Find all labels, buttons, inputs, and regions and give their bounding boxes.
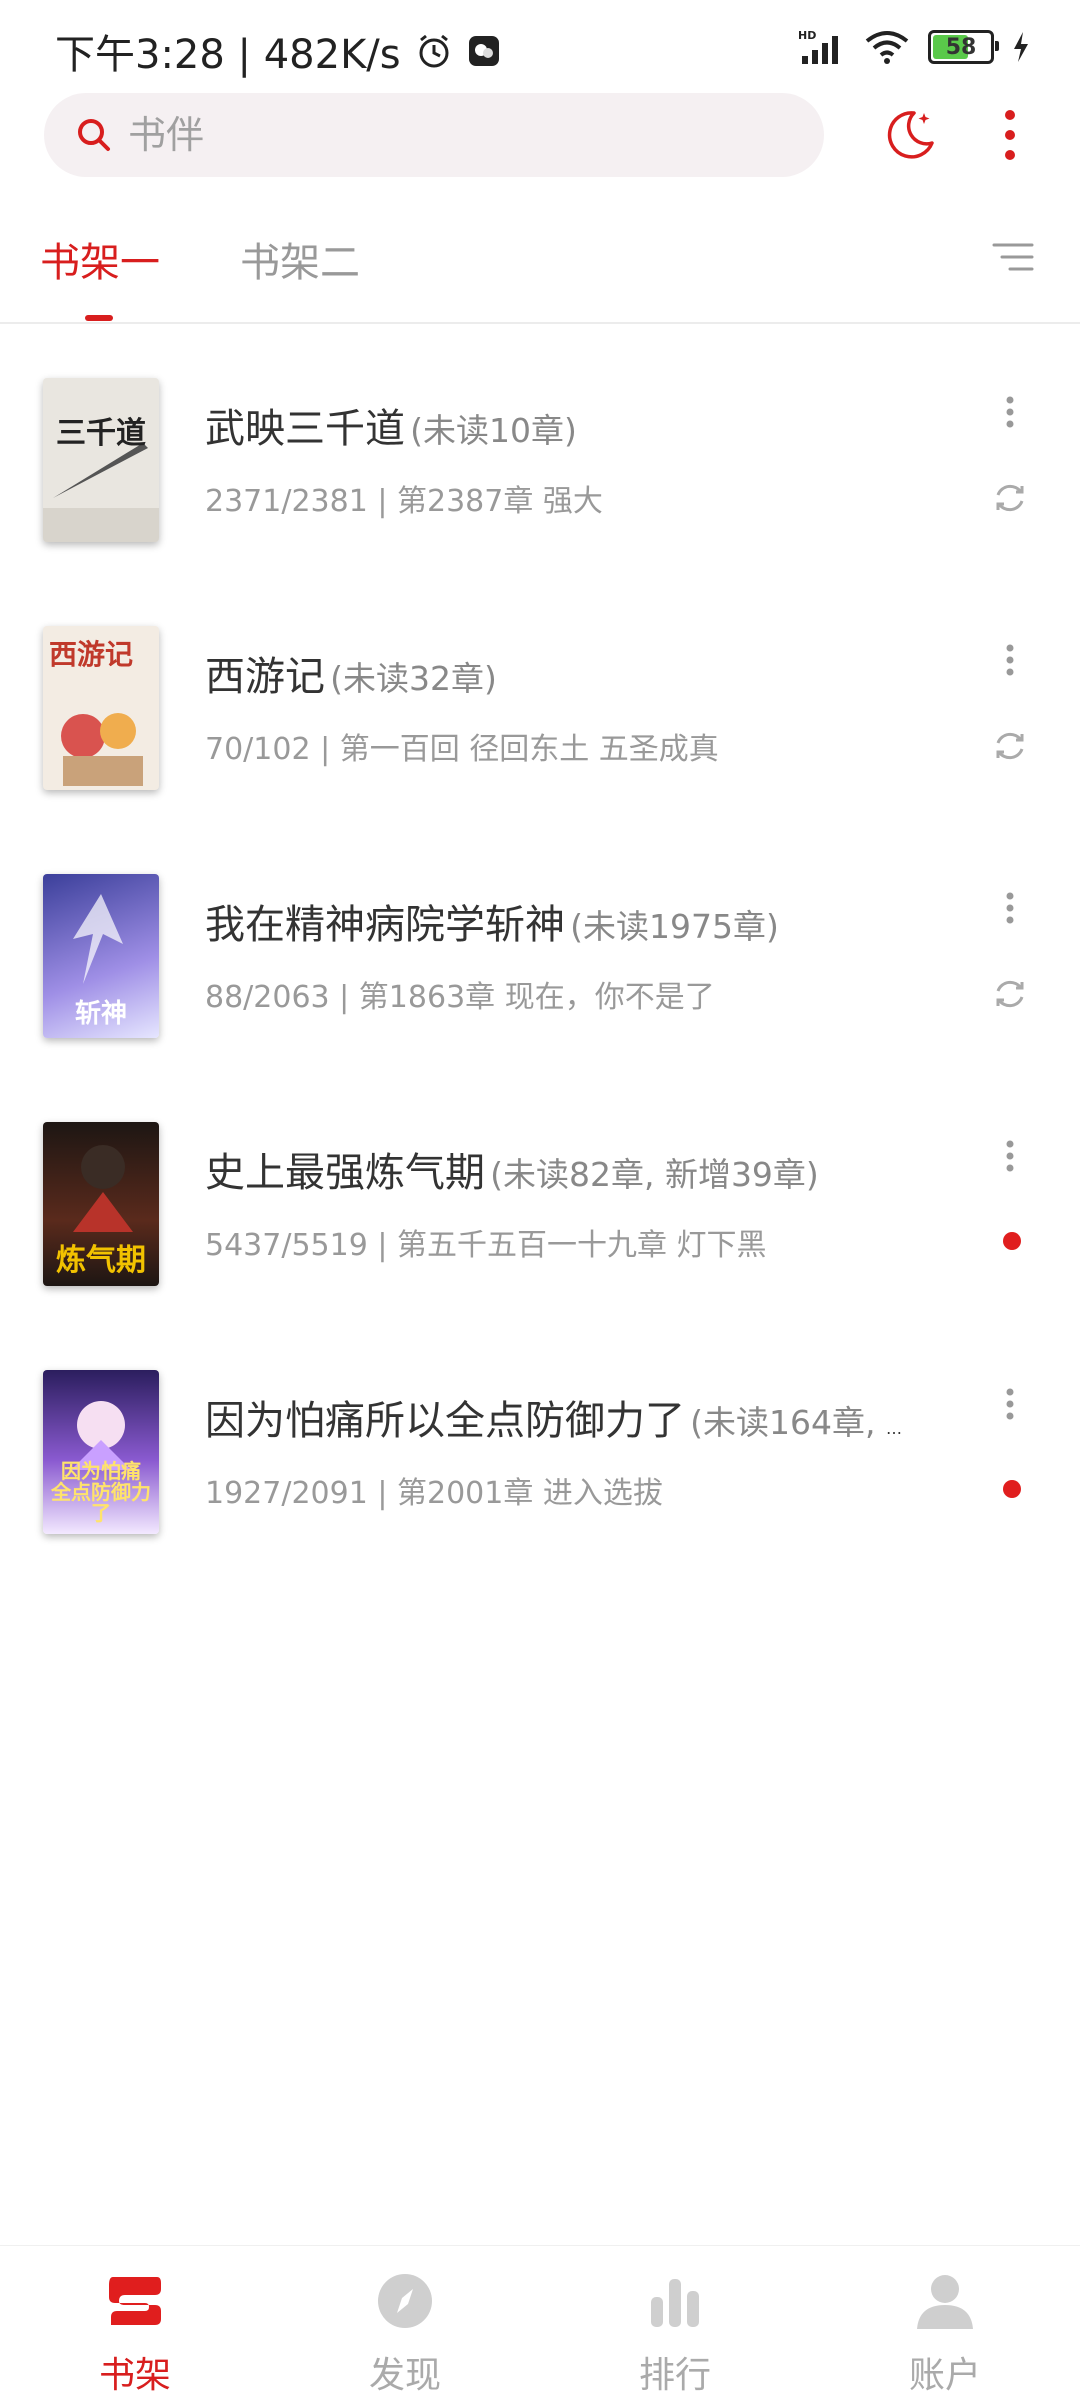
battery-indicator: 58 [928, 30, 999, 64]
unread-count: (未读1975章) [570, 907, 779, 946]
book-menu-icon[interactable] [995, 886, 1025, 936]
book-title-line: 史上最强炼气期 (未读82章, 新增39章) [205, 1140, 925, 1198]
ranking-icon [651, 2279, 699, 2327]
search-bar[interactable] [44, 93, 824, 177]
book-cover-title: 西游记 [49, 638, 134, 671]
nav-discover[interactable]: 发现 [270, 2246, 540, 2401]
book-item[interactable]: 炼气期 史上最强炼气期 (未读82章, 新增39章) 5437/5519 | 第… [0, 1122, 1080, 1370]
bookshelf-icon [109, 2277, 161, 2325]
book-title-line: 西游记 (未读32章) [205, 644, 925, 702]
status-left: 下午3:28 | 482K/s [55, 22, 501, 80]
compass-icon [378, 2274, 432, 2328]
book-title: 因为怕痛所以全点防御力了 [205, 1398, 685, 1444]
night-mode-icon[interactable] [880, 105, 940, 165]
account-icon [917, 2275, 973, 2329]
book-cover-title: 斩神 [74, 998, 127, 1029]
search-input[interactable] [126, 112, 750, 158]
nav-label: 排行 [638, 2355, 711, 2396]
book-menu-icon[interactable] [995, 1382, 1025, 1432]
book-menu-icon[interactable] [995, 1134, 1025, 1184]
book-menu-icon[interactable] [995, 390, 1025, 440]
tab-indicator [85, 315, 113, 321]
svg-text:HD: HD [798, 29, 816, 42]
status-time-speed: 下午3:28 | 482K/s [55, 32, 401, 78]
book-menu-icon[interactable] [995, 638, 1025, 688]
book-progress: 5437/5519 | 第五千五百一十九章 灯下黑 [205, 1228, 767, 1263]
nav-account[interactable]: 账户 [810, 2246, 1080, 2401]
refresh-icon[interactable] [990, 974, 1030, 1014]
tab-shelf-two[interactable]: 书架二 [240, 230, 360, 288]
book-cover[interactable]: 斩神 [43, 874, 159, 1038]
refresh-icon[interactable] [990, 478, 1030, 518]
book-cover-title: 三千道 [56, 416, 146, 451]
new-update-dot [1003, 1232, 1021, 1250]
unread-count: (未读82章, 新增39章) [490, 1155, 819, 1194]
book-title: 西游记 [205, 654, 325, 700]
sort-menu-icon[interactable] [990, 235, 1036, 281]
unread-count: (未读164章, 新增...) [690, 1403, 925, 1442]
nav-label: 账户 [908, 2355, 981, 2396]
nav-ranking[interactable]: 排行 [540, 2246, 810, 2401]
search-icon [78, 119, 110, 151]
wifi-icon [865, 31, 909, 64]
book-item[interactable]: 三千道 武映三千道 (未读10章) 2371/2381 | 第2387章 强大 [0, 378, 1080, 626]
status-right: HD 58 [798, 28, 1030, 66]
book-title: 史上最强炼气期 [205, 1150, 485, 1196]
bottom-navigation: 书架 发现 排行 账户 [0, 2245, 1080, 2401]
book-item[interactable]: 斩神 我在精神病院学斩神 (未读1975章) 88/2063 | 第1863章 … [0, 874, 1080, 1122]
unread-count: (未读10章) [410, 411, 577, 450]
book-item[interactable]: 因为怕痛 全点防御力了 因为怕痛所以全点防御力了 (未读164章, 新增...)… [0, 1370, 1080, 1618]
book-title: 我在精神病院学斩神 [205, 902, 565, 948]
book-progress: 2371/2381 | 第2387章 强大 [205, 484, 603, 519]
tab-shelf-one[interactable]: 书架一 [40, 230, 160, 288]
book-cover-title: 因为怕痛 全点防御力了 [51, 1459, 151, 1525]
book-cover-art [43, 443, 159, 542]
charging-icon [1014, 32, 1028, 62]
alarm-icon [419, 34, 449, 68]
nav-label: 书架 [98, 2355, 171, 2396]
book-progress: 70/102 | 第一百回 径回东土 五圣成真 [205, 732, 719, 767]
unread-count: (未读32章) [330, 659, 497, 698]
book-title: 武映三千道 [205, 406, 405, 452]
book-title-line: 武映三千道 (未读10章) [205, 396, 925, 454]
book-cover[interactable]: 三千道 [43, 378, 159, 542]
status-bar: 下午3:28 | 482K/s HD 58 [0, 0, 1080, 95]
nav-bookshelf[interactable]: 书架 [0, 2246, 270, 2401]
shelf-tabs: 书架一 书架二 [0, 215, 1080, 324]
book-progress: 88/2063 | 第1863章 现在，你不是了 [205, 980, 715, 1015]
book-cover[interactable]: 西游记 [43, 626, 159, 790]
book-cover-title: 炼气期 [56, 1242, 146, 1278]
nav-label: 发现 [368, 2355, 441, 2396]
app-notification-icon [468, 36, 499, 66]
book-title-line: 我在精神病院学斩神 (未读1975章) [205, 892, 925, 950]
book-cover[interactable]: 因为怕痛 全点防御力了 [43, 1370, 159, 1534]
signal-icon: HD [798, 29, 838, 64]
new-update-dot [1003, 1480, 1021, 1498]
more-options-icon[interactable] [990, 105, 1030, 165]
book-cover[interactable]: 炼气期 [43, 1122, 159, 1286]
book-progress: 1927/2091 | 第2001章 进入选拔 [205, 1476, 663, 1511]
book-item[interactable]: 西游记 西游记 (未读32章) 70/102 | 第一百回 径回东土 五圣成真 [0, 626, 1080, 874]
book-title-line: 因为怕痛所以全点防御力了 (未读164章, 新增...) [205, 1388, 925, 1446]
refresh-icon[interactable] [990, 726, 1030, 766]
